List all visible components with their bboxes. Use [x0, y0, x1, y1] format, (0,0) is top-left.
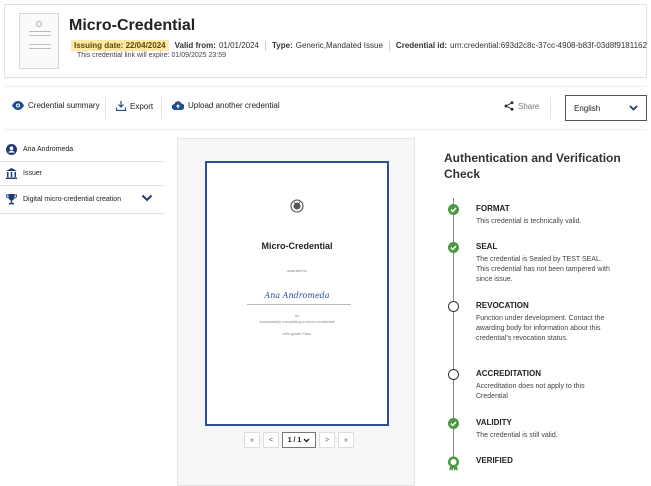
- expire-notice: This credential link will expire: 01/09/…: [77, 52, 227, 59]
- export-button[interactable]: Export: [116, 101, 153, 111]
- upload-button[interactable]: Upload another credential: [172, 101, 280, 110]
- step-desc: The credential is still valid.: [476, 432, 558, 439]
- language-select[interactable]: English: [565, 95, 647, 121]
- page-select-value: 1 / 1: [287, 436, 302, 444]
- credential-preview: Micro-Credential awarded to Ana Andromed…: [177, 138, 415, 486]
- credential-meta: Issuing date: 22/04/2024 Valid from: 01/…: [71, 40, 647, 51]
- step-desc: Accreditation does not apply to this Cre…: [476, 383, 585, 400]
- toolbar: Credential summary Export Upload another…: [4, 86, 647, 130]
- institution-icon: [6, 168, 17, 179]
- check-icon: [448, 242, 459, 253]
- page-title: Micro-Credential: [69, 17, 196, 34]
- chevron-down-icon: [303, 438, 310, 442]
- type-value: Generic,Mandated Issue: [295, 41, 383, 50]
- pending-circle-icon: [448, 301, 459, 312]
- pending-circle-icon: [448, 369, 459, 380]
- valid-from-value: 01/01/2024: [218, 41, 259, 50]
- step-name: ACCREDITATION: [476, 369, 542, 378]
- share-button[interactable]: Share: [504, 101, 539, 111]
- check-icon: [448, 204, 459, 215]
- sidebar: Ana Andromeda Issuer Digital micro-crede…: [0, 138, 165, 214]
- share-icon: [504, 101, 514, 111]
- share-label: Share: [518, 101, 540, 111]
- step-desc: The credential is Sealed by TEST SEAL. T…: [476, 256, 610, 283]
- step-name: VERIFIED: [476, 456, 513, 465]
- sidebar-item-label: Digital micro-credential creation: [23, 196, 122, 203]
- verification-panel: Authentication and Verification Check FO…: [416, 138, 651, 486]
- step-name: SEAL: [476, 242, 498, 251]
- document-grade: with grade Pass: [282, 331, 312, 336]
- next-page-button[interactable]: >: [319, 432, 335, 448]
- page-select[interactable]: 1 / 1: [282, 432, 316, 448]
- check-icon: [448, 418, 459, 429]
- step-name: REVOCATION: [476, 301, 529, 310]
- verification-title: Authentication and Verification Check: [444, 151, 621, 181]
- issuing-date-badge: Issuing date: 22/04/2024: [71, 40, 169, 51]
- credential-id-value: urn:credential:693d2c8c-37cc-4908-b83f-0…: [450, 41, 647, 50]
- credential-header: Micro-Credential Issuing date: 22/04/202…: [4, 4, 647, 78]
- document-for: for: [294, 313, 300, 318]
- credential-summary-label: Credential summary: [28, 101, 100, 110]
- upload-label: Upload another credential: [188, 101, 280, 110]
- user-icon: [6, 144, 17, 155]
- step-name: VALIDITY: [476, 418, 512, 427]
- credential-id-label: Credential id:: [395, 41, 448, 50]
- download-icon: [116, 101, 126, 111]
- step-desc: This credential is technically valid.: [476, 218, 582, 225]
- trophy-icon: [6, 194, 17, 205]
- sidebar-item-achievement[interactable]: Digital micro-credential creation: [0, 186, 165, 214]
- chevron-down-icon: [629, 105, 638, 111]
- prev-page-button[interactable]: <: [263, 432, 279, 448]
- credential-thumbnail[interactable]: [19, 13, 59, 69]
- step-name: FORMAT: [476, 204, 510, 213]
- eye-icon: [12, 101, 24, 110]
- cloud-upload-icon: [172, 101, 184, 110]
- chevron-down-icon[interactable]: [141, 194, 153, 202]
- divider: [247, 304, 351, 305]
- emblem-icon: [290, 199, 304, 213]
- sidebar-item-label: Issuer: [23, 170, 43, 177]
- last-page-button[interactable]: »: [338, 432, 354, 448]
- sidebar-item-recipient[interactable]: Ana Andromeda: [0, 138, 165, 162]
- step-desc: Function under development. Contact the …: [476, 315, 605, 342]
- valid-from-label: Valid from:: [174, 41, 216, 50]
- type-label: Type:: [272, 41, 293, 50]
- export-label: Export: [130, 101, 154, 111]
- verified-badge-icon: [448, 456, 459, 471]
- document-title: Micro-Credential: [261, 241, 333, 251]
- document-completing: successfully completing a micro-credenti…: [259, 319, 335, 324]
- document-awarded-to: awarded to: [287, 268, 307, 273]
- language-value: English: [574, 103, 601, 113]
- document-recipient-name: Ana Andromeda: [264, 291, 330, 300]
- credential-summary-button[interactable]: Credential summary: [12, 101, 100, 110]
- first-page-button[interactable]: «: [244, 432, 260, 448]
- sidebar-item-label: Ana Andromeda: [23, 146, 74, 153]
- sidebar-item-issuer[interactable]: Issuer: [0, 162, 165, 186]
- credential-document: Micro-Credential awarded to Ana Andromed…: [205, 161, 389, 426]
- seal-icon: [36, 21, 42, 27]
- pager: « < 1 / 1 > »: [244, 432, 354, 448]
